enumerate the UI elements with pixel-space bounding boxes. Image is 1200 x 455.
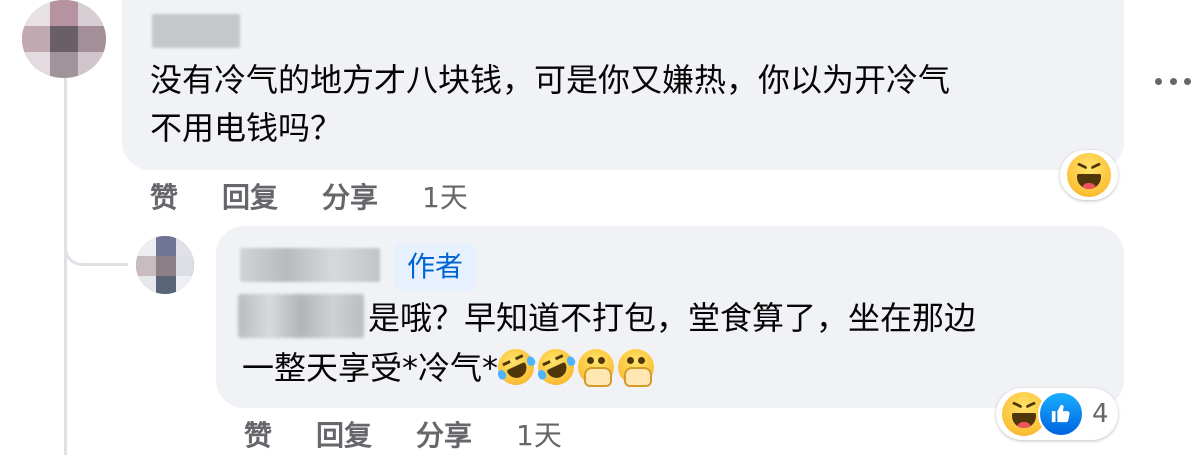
reply-text-line-1: 是哦？早知道不打包，堂食算了，坐在那边 bbox=[368, 299, 977, 337]
author-badge: 作者 bbox=[394, 243, 476, 291]
mention-blurred[interactable] bbox=[238, 294, 364, 338]
avatar[interactable] bbox=[136, 236, 194, 294]
like-emoji bbox=[1038, 391, 1084, 437]
reply-author-name-blurred[interactable] bbox=[240, 248, 380, 282]
more-options-icon[interactable] bbox=[1155, 66, 1191, 96]
thread-reply-connector bbox=[64, 208, 128, 266]
reply-button[interactable]: 回复 bbox=[316, 414, 372, 454]
reply-text-line-2-content: 一整天享受*冷气* bbox=[242, 349, 499, 387]
rofl-emoji bbox=[532, 343, 580, 391]
reply-actions: 赞 回复 分享 1天 bbox=[244, 414, 562, 454]
avatar[interactable] bbox=[22, 0, 106, 78]
reaction-count: 4 bbox=[1092, 399, 1109, 429]
reply-reactions[interactable]: 4 bbox=[996, 388, 1118, 440]
reply-timestamp[interactable]: 1天 bbox=[516, 414, 562, 454]
comment-reactions[interactable] bbox=[1060, 150, 1118, 200]
reply-button[interactable]: 回复 bbox=[222, 176, 278, 216]
comment-text-line-2: 不用电钱吗？ bbox=[150, 109, 343, 147]
commenter-name-blurred[interactable] bbox=[152, 14, 240, 48]
hand-over-mouth-emoji bbox=[618, 349, 655, 387]
comment-actions: 赞 回复 分享 1天 bbox=[150, 176, 468, 216]
haha-emoji bbox=[1067, 153, 1111, 197]
comment-timestamp[interactable]: 1天 bbox=[422, 176, 468, 216]
hand-over-mouth-emoji bbox=[578, 349, 615, 387]
rofl-emoji bbox=[492, 343, 540, 391]
reply-text-line-2: 一整天享受*冷气* bbox=[242, 343, 658, 392]
comment-text-line-1: 没有冷气的地方才八块钱，可是你又嫌热，你以为开冷气 bbox=[150, 61, 951, 99]
share-button[interactable]: 分享 bbox=[322, 176, 378, 216]
like-button[interactable]: 赞 bbox=[150, 176, 178, 216]
share-button[interactable]: 分享 bbox=[416, 414, 472, 454]
like-button[interactable]: 赞 bbox=[244, 414, 272, 454]
